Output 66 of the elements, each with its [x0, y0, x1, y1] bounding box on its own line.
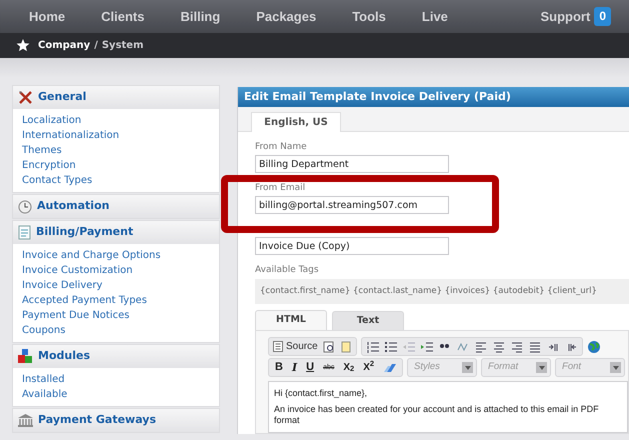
- breadcrumb-link[interactable]: Company: [38, 38, 90, 53]
- indent-icon[interactable]: [420, 340, 433, 352]
- star-icon: [16, 39, 30, 52]
- sidebar-link[interactable]: Themes: [22, 143, 62, 158]
- editor-tab[interactable]: Text: [332, 311, 404, 330]
- text-field[interactable]: billing@portal.streaming507.com: [255, 196, 449, 214]
- section-heading[interactable]: General: [38, 89, 86, 106]
- justify-icon[interactable]: [528, 340, 541, 352]
- editor-tab[interactable]: HTML: [255, 310, 327, 330]
- source-button[interactable]: Source: [273, 339, 318, 354]
- sidebar-link[interactable]: Coupons: [22, 323, 66, 338]
- breadcrumb-link[interactable]: System: [102, 38, 144, 53]
- text-field[interactable]: Billing Department: [255, 155, 449, 173]
- globe-icon[interactable]: [586, 340, 601, 354]
- sidebar-link[interactable]: Available: [22, 387, 68, 402]
- sidebar-link[interactable]: Payment Due Notices: [22, 308, 130, 323]
- email-paragraph: An invoice has been created for your account and is attached to this email in PDF format: [274, 404, 600, 426]
- nav-link[interactable]: Tools: [352, 6, 386, 26]
- breadcrumb-separator: /: [94, 39, 98, 53]
- sidebar-link[interactable]: Internationalization: [22, 128, 120, 143]
- eraser-icon[interactable]: [383, 362, 396, 372]
- format-button[interactable]: I: [292, 362, 298, 373]
- caret-icon[interactable]: [536, 362, 548, 373]
- nav-link[interactable]: Billing: [180, 6, 220, 26]
- align-right-icon[interactable]: [510, 340, 523, 352]
- caret-icon[interactable]: [462, 362, 474, 373]
- align-left-icon[interactable]: [474, 340, 487, 352]
- bank-icon: [18, 414, 33, 427]
- caret-icon[interactable]: [610, 362, 622, 373]
- count-badge: 0: [594, 7, 611, 26]
- sidebar-link[interactable]: Localization: [22, 113, 82, 128]
- panel-title: Edit Email Template Invoice Delivery (Paid): [238, 87, 629, 107]
- language-tab[interactable]: English, US: [251, 112, 341, 132]
- tags-list: {contact.first_name} {contact.last_name} {invoices} {autodebit} {client_url}: [255, 279, 629, 304]
- clock-icon: [18, 200, 32, 214]
- field-label: From Name: [255, 142, 308, 152]
- field-label: From Email: [255, 183, 306, 193]
- numbered-list-icon[interactable]: [366, 340, 379, 352]
- text-field[interactable]: Invoice Due (Copy): [255, 237, 449, 255]
- nav-link[interactable]: Support: [540, 6, 590, 26]
- sidebar-link[interactable]: Contact Types: [22, 173, 92, 188]
- nav-link[interactable]: Home: [29, 6, 66, 26]
- email-paragraph: Hi {contact.first_name},: [274, 388, 368, 399]
- editor-content[interactable]: Hi {contact.first_name}, An invoice has been created for your account and is attached to this email in PDF format: [268, 381, 628, 433]
- format-button[interactable]: U: [306, 362, 314, 373]
- document-icon: [273, 341, 283, 352]
- format-button[interactable]: X$^{2}$: [363, 362, 374, 372]
- nav-link[interactable]: Clients: [101, 6, 144, 26]
- nav-link[interactable]: Packages: [256, 6, 316, 26]
- field-label: Available Tags: [255, 265, 320, 275]
- align-center-icon[interactable]: [492, 340, 505, 352]
- tools-icon: [18, 90, 33, 105]
- sidebar-link[interactable]: Installed: [22, 372, 65, 387]
- preview-icon[interactable]: [322, 340, 335, 352]
- blocks-icon: [18, 349, 33, 364]
- nav-link[interactable]: Live: [422, 6, 448, 26]
- sidebar-link[interactable]: Invoice and Charge Options: [22, 248, 161, 263]
- format-button[interactable]: X$_{2}$: [343, 362, 354, 372]
- sidebar-link[interactable]: Accepted Payment Types: [22, 293, 147, 308]
- document-icon: [18, 225, 31, 240]
- bullet-list-icon[interactable]: [384, 340, 397, 352]
- sidebar-link[interactable]: Encryption: [22, 158, 76, 173]
- format-button[interactable]: B: [275, 362, 283, 373]
- sidebar-link[interactable]: Invoice Customization: [22, 263, 133, 278]
- sidebar-link[interactable]: Invoice Delivery: [22, 278, 102, 293]
- section-heading[interactable]: Modules: [38, 348, 90, 365]
